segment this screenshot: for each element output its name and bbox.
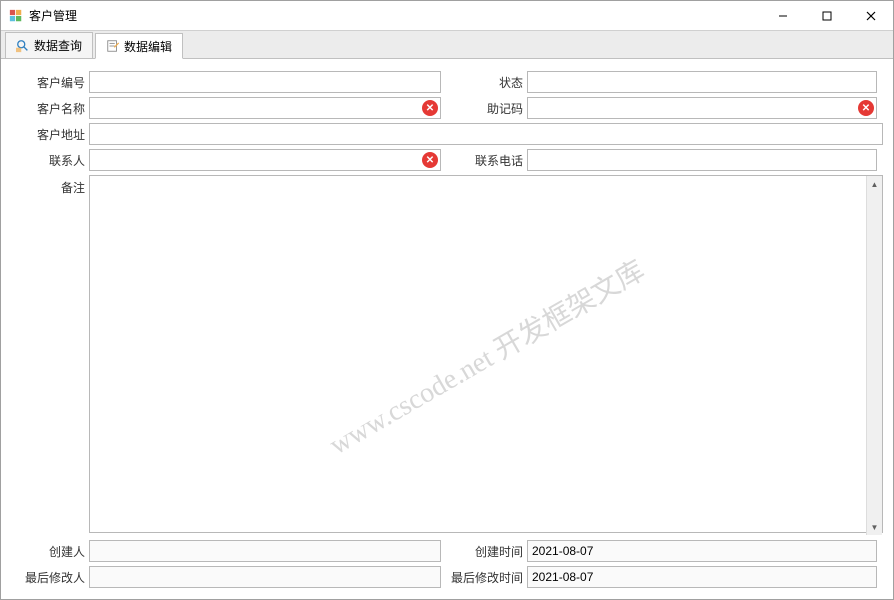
remark-textarea[interactable] <box>89 175 883 533</box>
label-creator: 创建人 <box>11 543 89 560</box>
label-modify-time: 最后修改时间 <box>449 569 527 586</box>
window-buttons <box>761 1 893 31</box>
search-icon <box>16 39 30 53</box>
modifier-input[interactable] <box>89 566 441 588</box>
form-panel: 客户编号 状态 客户名称 ✕ 助记码 ✕ 客户地址 联系人 ✕ 联系电话 备注 ▲ ▼… <box>1 59 893 599</box>
customer-name-input[interactable] <box>89 97 441 119</box>
clear-icon[interactable]: ✕ <box>422 152 438 168</box>
maximize-button[interactable] <box>805 1 849 31</box>
minimize-button[interactable] <box>761 1 805 31</box>
modify-time-input[interactable] <box>527 566 877 588</box>
scroll-up-icon[interactable]: ▲ <box>868 176 882 192</box>
label-modifier: 最后修改人 <box>11 569 89 586</box>
close-button[interactable] <box>849 1 893 31</box>
titlebar: 客户管理 <box>1 1 893 31</box>
window-title: 客户管理 <box>29 7 761 24</box>
tab-data-query[interactable]: 数据查询 <box>5 32 93 58</box>
label-customer-name: 客户名称 <box>11 100 89 117</box>
edit-icon <box>106 39 120 53</box>
contact-input[interactable] <box>89 149 441 171</box>
scrollbar[interactable]: ▲ ▼ <box>866 176 882 535</box>
label-status: 状态 <box>449 74 527 91</box>
window-root: 客户管理 数据查询 数据编辑 客户编号 状态 客户名称 ✕ 助记码 ✕ 客户地址 <box>0 0 894 600</box>
app-icon <box>9 9 23 23</box>
creator-input[interactable] <box>89 540 441 562</box>
scroll-down-icon[interactable]: ▼ <box>868 519 882 535</box>
clear-icon[interactable]: ✕ <box>422 100 438 116</box>
clear-icon[interactable]: ✕ <box>858 100 874 116</box>
label-mnemonic: 助记码 <box>449 100 527 117</box>
customer-no-input[interactable] <box>89 71 441 93</box>
tab-data-edit[interactable]: 数据编辑 <box>95 33 183 59</box>
label-customer-no: 客户编号 <box>11 74 89 91</box>
label-contact: 联系人 <box>11 152 89 169</box>
label-address: 客户地址 <box>11 126 89 143</box>
label-create-time: 创建时间 <box>449 543 527 560</box>
tab-bar: 数据查询 数据编辑 <box>1 31 893 59</box>
mnemonic-input[interactable] <box>527 97 877 119</box>
label-remark: 备注 <box>11 175 89 536</box>
label-phone: 联系电话 <box>449 152 527 169</box>
phone-input[interactable] <box>527 149 877 171</box>
address-input[interactable] <box>89 123 883 145</box>
create-time-input[interactable] <box>527 540 877 562</box>
status-input[interactable] <box>527 71 877 93</box>
tab-label: 数据查询 <box>34 37 82 54</box>
tab-label: 数据编辑 <box>124 38 172 55</box>
